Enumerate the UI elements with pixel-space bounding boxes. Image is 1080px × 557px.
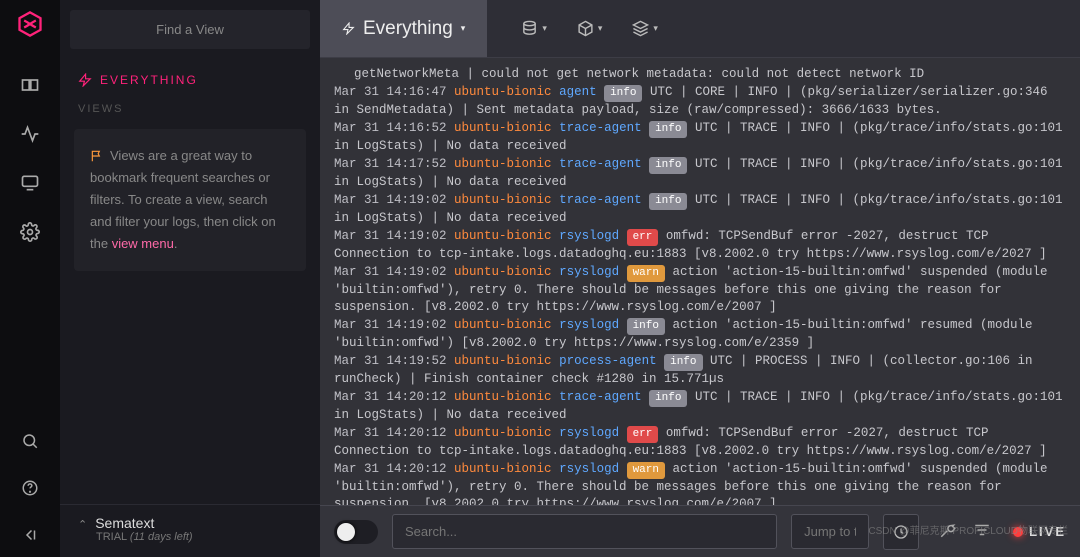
- views-help-card: Views are a great way to bookmark freque…: [74, 129, 306, 271]
- flag-icon: [90, 149, 104, 163]
- gear-icon[interactable]: [20, 222, 40, 245]
- log-row[interactable]: Mar 31 14:19:02 ubuntu-bionic rsyslogd i…: [334, 317, 1066, 352]
- main-panel: Everything ▾ ▾ ▾ ▾ getNetworkMeta | coul…: [320, 0, 1080, 557]
- bolt-icon: [342, 22, 355, 35]
- database-dropdown[interactable]: ▾: [521, 20, 547, 37]
- topbar: Everything ▾ ▾ ▾ ▾: [320, 0, 1080, 58]
- database-icon: [521, 20, 538, 37]
- log-viewer[interactable]: getNetworkMeta | could not get network m…: [320, 58, 1080, 505]
- everything-label: EVERYTHING: [100, 73, 198, 87]
- activity-icon[interactable]: [20, 124, 40, 147]
- sidebar: Find a View EVERYTHING VIEWS Views are a…: [60, 0, 320, 557]
- view-menu-link[interactable]: view menu: [112, 236, 174, 251]
- org-block[interactable]: Sematext TRIAL (11 days left): [60, 504, 320, 557]
- log-row[interactable]: Mar 31 14:19:02 ubuntu-bionic trace-agen…: [334, 192, 1066, 227]
- layers-dropdown[interactable]: ▾: [632, 20, 658, 37]
- views-heading: VIEWS: [60, 93, 320, 121]
- log-row[interactable]: Mar 31 14:16:52 ubuntu-bionic trace-agen…: [334, 120, 1066, 155]
- search-input[interactable]: [392, 514, 777, 549]
- bottom-bar: LIVE: [320, 505, 1080, 557]
- clock-icon: [893, 524, 909, 540]
- log-row[interactable]: Mar 31 14:16:47 ubuntu-bionic agent info…: [334, 84, 1066, 119]
- find-view-button[interactable]: Find a View: [70, 10, 310, 49]
- monitor-icon[interactable]: [20, 173, 40, 196]
- panels-icon[interactable]: [20, 75, 40, 98]
- section-title-everything[interactable]: EVERYTHING: [60, 59, 320, 93]
- log-row[interactable]: Mar 31 14:17:52 ubuntu-bionic trace-agen…: [334, 156, 1066, 191]
- search-icon[interactable]: [21, 432, 39, 453]
- live-dot-icon: [1013, 527, 1023, 537]
- layers-icon: [632, 20, 649, 37]
- filter-icon[interactable]: [973, 521, 991, 542]
- wrench-icon[interactable]: [939, 521, 957, 542]
- logo-icon[interactable]: [16, 10, 44, 41]
- log-row[interactable]: Mar 31 14:20:12 ubuntu-bionic trace-agen…: [334, 389, 1066, 424]
- bolt-icon: [78, 73, 92, 87]
- icon-sidebar: [0, 0, 60, 557]
- cube-dropdown[interactable]: ▾: [577, 20, 603, 37]
- cube-icon: [577, 20, 594, 37]
- org-trial: TRIAL (11 days left): [78, 531, 302, 543]
- jump-to-time-input[interactable]: [791, 514, 869, 549]
- live-toggle[interactable]: [334, 520, 378, 544]
- collapse-icon[interactable]: [21, 526, 39, 547]
- caret-down-icon: ▾: [461, 23, 466, 34]
- live-indicator[interactable]: LIVE: [1013, 524, 1066, 539]
- help-icon[interactable]: [21, 479, 39, 500]
- everything-label: Everything: [363, 18, 453, 40]
- log-row[interactable]: Mar 31 14:19:02 ubuntu-bionic rsyslogd e…: [334, 228, 1066, 263]
- views-help-tail: .: [174, 236, 178, 251]
- log-row[interactable]: Mar 31 14:20:12 ubuntu-bionic rsyslogd e…: [334, 425, 1066, 460]
- log-row[interactable]: Mar 31 14:20:12 ubuntu-bionic rsyslogd w…: [334, 461, 1066, 505]
- clock-button[interactable]: [883, 514, 919, 550]
- everything-dropdown[interactable]: Everything ▾: [320, 0, 487, 57]
- log-row[interactable]: Mar 31 14:19:02 ubuntu-bionic rsyslogd w…: [334, 264, 1066, 316]
- log-row[interactable]: Mar 31 14:19:52 ubuntu-bionic process-ag…: [334, 353, 1066, 388]
- org-name: Sematext: [78, 515, 302, 531]
- log-row[interactable]: getNetworkMeta | could not get network m…: [334, 66, 1066, 83]
